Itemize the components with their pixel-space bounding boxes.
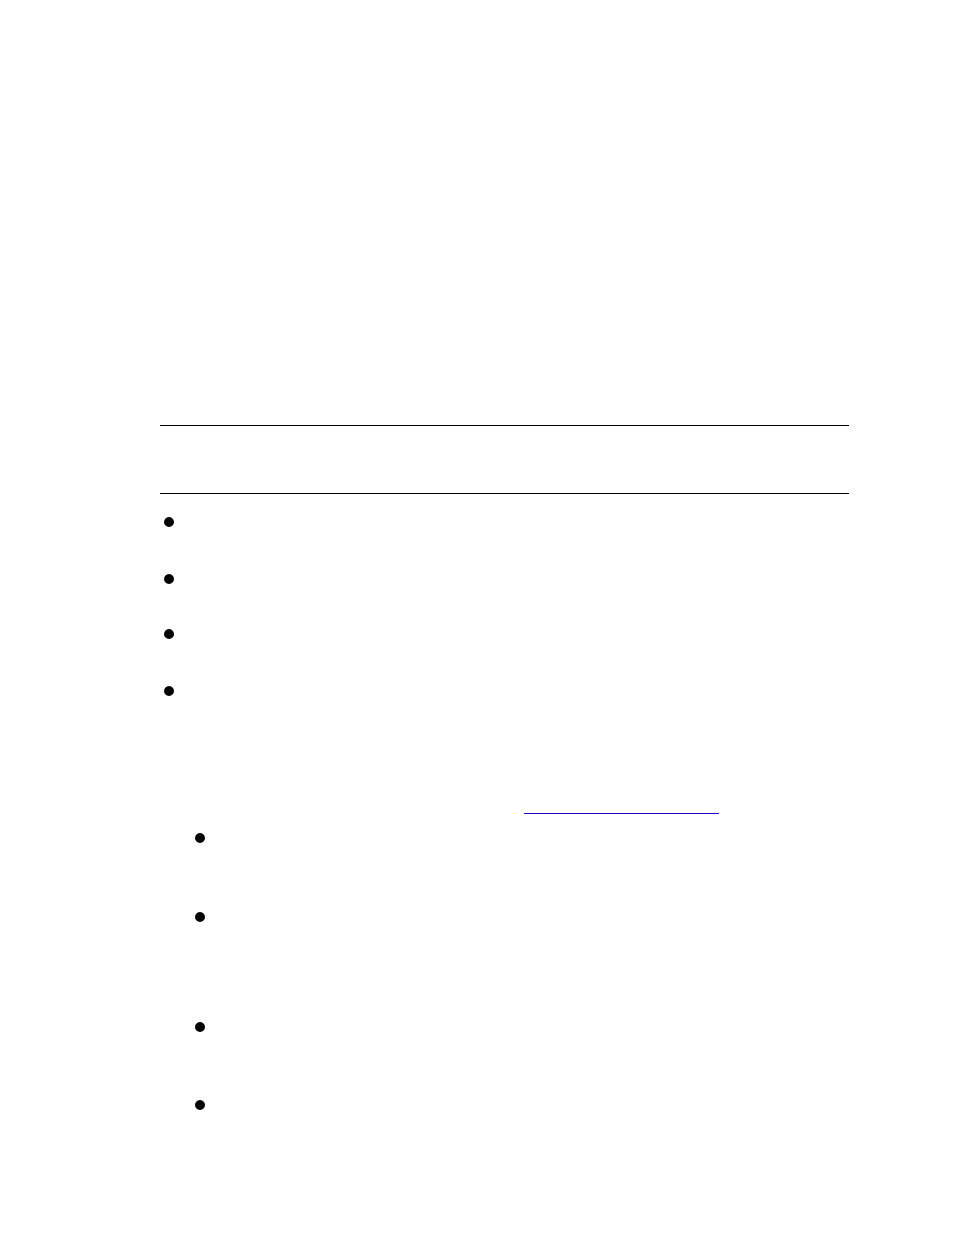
bullet-icon [195, 912, 205, 922]
horizontal-rule-top [160, 425, 849, 426]
bullet-icon [164, 686, 174, 696]
bullet-icon [195, 833, 205, 843]
horizontal-rule-bottom [160, 493, 849, 494]
bullet-icon [195, 1100, 205, 1110]
hyperlink-underline[interactable] [524, 813, 719, 814]
bullet-icon [164, 574, 174, 584]
bullet-icon [164, 517, 174, 527]
bullet-icon [164, 629, 174, 639]
bullet-icon [195, 1022, 205, 1032]
